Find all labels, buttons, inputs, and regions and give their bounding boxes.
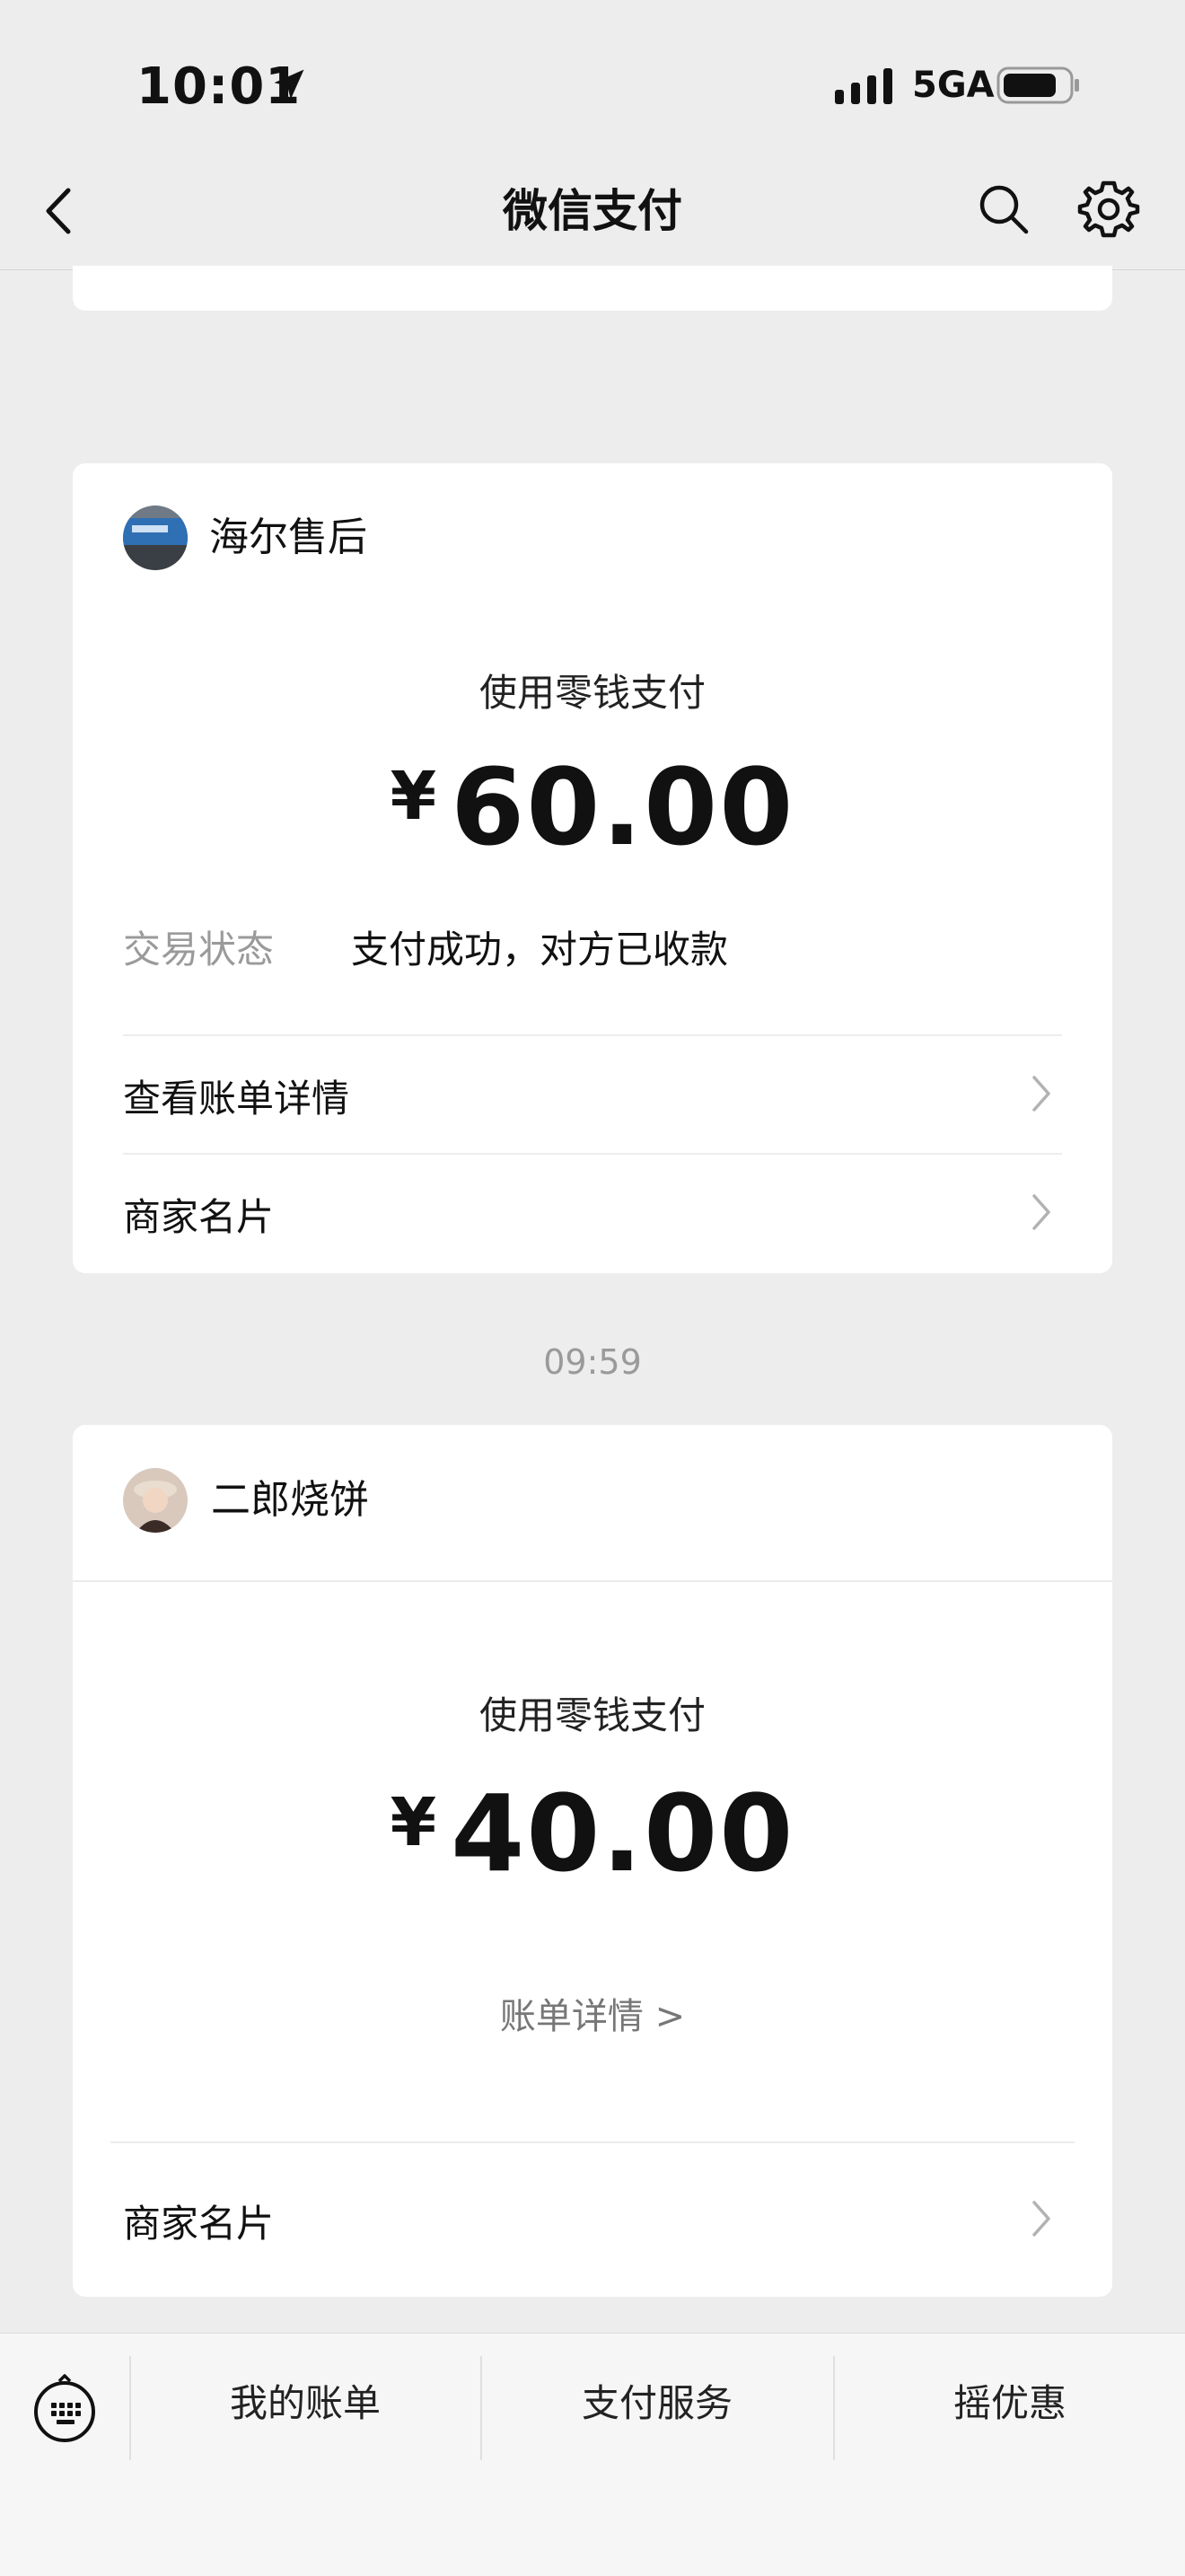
row-label: 商家名片 bbox=[123, 1195, 275, 1239]
chevron-right-icon bbox=[1032, 1194, 1050, 1230]
tab-shake-discounts[interactable]: 摇优惠 bbox=[835, 2351, 1185, 2457]
payment-amount: ¥60.00 bbox=[73, 745, 1112, 869]
bill-details-link[interactable]: 账单详情 > bbox=[73, 1987, 1112, 2039]
merchant-card-row[interactable]: 商家名片 bbox=[73, 1155, 1112, 1270]
transaction-status-label: 交易状态 bbox=[123, 928, 275, 971]
signal-icon bbox=[835, 68, 892, 104]
row-label: 商家名片 bbox=[123, 2202, 275, 2246]
view-bill-details-row[interactable]: 查看账单详情 bbox=[73, 1036, 1112, 1151]
amount-value: 40.00 bbox=[451, 1772, 795, 1895]
payment-method: 使用零钱支付 bbox=[478, 671, 706, 715]
row-label: 查看账单详情 bbox=[123, 1077, 350, 1121]
chevron-right-icon bbox=[1032, 2201, 1050, 2237]
merchant-avatar[interactable] bbox=[123, 506, 188, 570]
transaction-status-value: 支付成功，对方已收款 bbox=[351, 928, 729, 971]
payment-card: 二郎烧饼 使用零钱支付 ¥40.00 账单详情 > 商家名片 bbox=[73, 1425, 1112, 2297]
payment-card: 海尔售后 使用零钱支付 ¥60.00 交易状态 支付成功，对方已收款 查看账单详… bbox=[73, 463, 1112, 1273]
merchant-avatar[interactable] bbox=[123, 1468, 188, 1533]
amount-value: 60.00 bbox=[451, 745, 795, 869]
merchant-name[interactable]: 海尔售后 bbox=[209, 506, 367, 570]
location-arrow-icon bbox=[274, 69, 304, 100]
gear-icon[interactable] bbox=[1077, 178, 1140, 241]
merchant-card-row[interactable]: 商家名片 bbox=[73, 2143, 1112, 2294]
previous-message-card bbox=[73, 266, 1112, 311]
keyboard-icon[interactable] bbox=[32, 2370, 97, 2442]
tab-payment-services[interactable]: 支付服务 bbox=[482, 2351, 832, 2457]
currency-symbol: ¥ bbox=[390, 1784, 439, 1861]
merchant-name[interactable]: 二郎烧饼 bbox=[211, 1468, 369, 1533]
chevron-right-icon bbox=[1032, 1076, 1050, 1112]
battery-icon bbox=[996, 66, 1079, 104]
message-timestamp: 09:59 bbox=[543, 1342, 642, 1382]
tab-my-bills[interactable]: 我的账单 bbox=[131, 2351, 479, 2457]
currency-symbol: ¥ bbox=[390, 758, 439, 835]
search-icon[interactable] bbox=[974, 180, 1033, 239]
divider bbox=[73, 1580, 1112, 1582]
payment-method: 使用零钱支付 bbox=[478, 1693, 706, 1737]
network-type: 5GA bbox=[912, 65, 995, 106]
payment-amount: ¥40.00 bbox=[73, 1772, 1112, 1895]
